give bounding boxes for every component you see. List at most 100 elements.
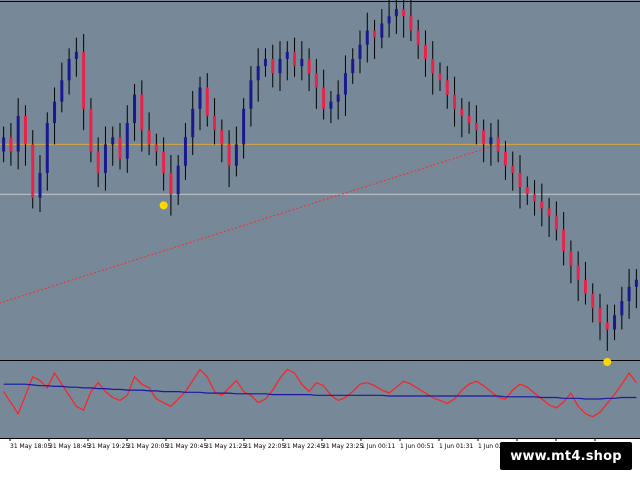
candle-body bbox=[249, 80, 253, 109]
x-tick-label: 31 May 19:25 bbox=[88, 443, 129, 450]
x-tick-label: 31 May 20:05 bbox=[127, 443, 168, 450]
candle-body bbox=[23, 115, 27, 145]
candle-body bbox=[387, 16, 391, 24]
candle-body bbox=[31, 144, 35, 198]
candle-body bbox=[562, 229, 566, 252]
candle-body bbox=[191, 108, 195, 138]
watermark-logo: www.mt4.shop bbox=[500, 442, 632, 470]
candle-body bbox=[402, 9, 406, 17]
x-tick-label: 1 Jun 00:11 bbox=[361, 443, 395, 450]
candle-body bbox=[634, 279, 638, 287]
candle-body bbox=[285, 51, 289, 59]
x-tick-label: 31 May 18:05 bbox=[10, 443, 51, 450]
candle-body bbox=[453, 94, 457, 109]
candle-body bbox=[496, 137, 500, 152]
candle-body bbox=[60, 80, 64, 102]
candle-body bbox=[336, 94, 340, 102]
candle-body bbox=[133, 94, 137, 124]
candle-body bbox=[460, 108, 464, 116]
candle-body bbox=[329, 101, 333, 109]
candle-body bbox=[205, 87, 209, 116]
candle-body bbox=[111, 137, 115, 145]
x-tick-label: 31 May 20:45 bbox=[166, 443, 207, 450]
candle-body bbox=[227, 144, 231, 166]
candle-body bbox=[2, 137, 6, 152]
candle-body bbox=[613, 315, 617, 330]
fractal-down-marker bbox=[159, 201, 168, 210]
candle-body bbox=[183, 137, 187, 166]
candle-body bbox=[547, 208, 551, 216]
candle-body bbox=[373, 30, 377, 38]
candle-body bbox=[533, 194, 537, 202]
candle-body bbox=[380, 23, 384, 38]
candle-body bbox=[307, 58, 311, 74]
candle-body bbox=[96, 151, 100, 173]
candle-body bbox=[271, 58, 275, 74]
candle-body bbox=[322, 87, 326, 109]
x-tick-label: 31 May 22:05 bbox=[244, 443, 285, 450]
candle-body bbox=[74, 51, 78, 59]
candle-body bbox=[220, 130, 224, 145]
x-tick-label: 1 Jun 00:51 bbox=[400, 443, 434, 450]
candle-body bbox=[438, 73, 442, 81]
candle-body bbox=[423, 44, 427, 59]
candle-body bbox=[576, 265, 580, 280]
candle-body bbox=[511, 165, 515, 173]
x-tick-label: 31 May 23:25 bbox=[322, 443, 363, 450]
candlestick-chart: 31 May 18:0531 May 18:4531 May 19:2531 M… bbox=[0, 0, 640, 450]
candle-body bbox=[358, 44, 362, 59]
candle-body bbox=[38, 172, 42, 198]
candle-body bbox=[598, 308, 602, 323]
candle-body bbox=[620, 301, 624, 316]
candle-body bbox=[365, 30, 369, 45]
candle-body bbox=[118, 137, 122, 159]
candle-body bbox=[525, 187, 529, 195]
candle-body bbox=[409, 16, 413, 31]
fractal-down-marker bbox=[603, 358, 612, 366]
candle-body bbox=[314, 73, 318, 88]
candle-body bbox=[503, 151, 507, 166]
candle-body bbox=[627, 286, 631, 302]
candle-body bbox=[293, 51, 297, 67]
candle-body bbox=[89, 108, 93, 152]
x-tick-label: 31 May 18:45 bbox=[49, 443, 90, 450]
candle-body bbox=[234, 144, 238, 166]
oscillator-pane-background bbox=[0, 360, 640, 438]
candle-body bbox=[67, 58, 71, 81]
candle-body bbox=[256, 66, 260, 81]
candle-body bbox=[103, 144, 107, 173]
candle-body bbox=[53, 101, 57, 124]
candle-body bbox=[147, 130, 151, 145]
candle-body bbox=[445, 80, 449, 95]
candle-body bbox=[591, 293, 595, 309]
candle-body bbox=[162, 151, 166, 173]
candle-body bbox=[554, 215, 558, 230]
candle-body bbox=[569, 251, 573, 266]
candle-body bbox=[474, 123, 478, 131]
candle-body bbox=[140, 94, 144, 131]
candle-body bbox=[198, 87, 202, 109]
candle-body bbox=[213, 115, 217, 131]
x-tick-label: 31 May 21:25 bbox=[205, 443, 246, 450]
candle-body bbox=[351, 58, 355, 74]
candle-body bbox=[263, 58, 267, 67]
candle-body bbox=[45, 123, 49, 173]
candle-body bbox=[431, 58, 435, 74]
candle-body bbox=[169, 172, 173, 195]
candle-body bbox=[242, 108, 246, 145]
candle-body bbox=[518, 172, 522, 188]
candle-body bbox=[343, 73, 347, 95]
candle-body bbox=[278, 58, 282, 74]
candle-body bbox=[154, 144, 158, 152]
candle-body bbox=[125, 123, 129, 159]
chart-stage: 31 May 18:05 31 May 18:45 31 May 19:25 31 M… bbox=[0, 0, 640, 480]
candle-body bbox=[416, 30, 420, 45]
candle-body bbox=[605, 322, 609, 330]
x-tick-label: 31 May 22:45 bbox=[283, 443, 324, 450]
x-tick-label: 1 Jun 01:31 bbox=[439, 443, 473, 450]
candle-body bbox=[300, 58, 304, 67]
candle-body bbox=[176, 165, 180, 195]
main-pane-background bbox=[0, 0, 640, 360]
candle-body bbox=[482, 130, 486, 145]
candle-body bbox=[82, 51, 86, 109]
